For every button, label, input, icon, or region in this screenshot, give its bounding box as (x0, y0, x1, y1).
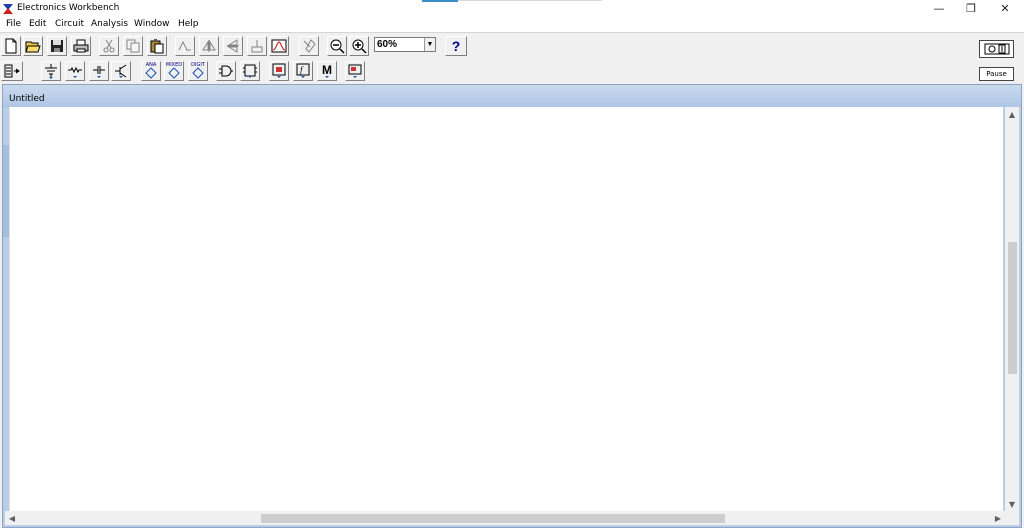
scroll-right-icon[interactable]: ▶ (991, 511, 1005, 525)
circuit-canvas[interactable] (9, 107, 1003, 511)
logic-gate-icon (219, 65, 233, 77)
chevron-down-icon[interactable]: ▼ (424, 38, 435, 51)
power-switch-icon (984, 43, 1009, 55)
digital-bin-button[interactable] (240, 61, 260, 81)
transistor-icon (115, 64, 127, 78)
mixed-ics-label: MIXED (165, 62, 183, 68)
print-button[interactable] (71, 36, 91, 56)
zoom-in-icon (352, 39, 367, 54)
title-accent-bar (422, 0, 458, 2)
scissors-icon (103, 39, 115, 53)
app-logo-icon (2, 3, 14, 15)
pause-button[interactable]: Pause (979, 67, 1014, 81)
app-window: Electronics Workbench — ❐ ✕ File Edit Ci… (0, 0, 1024, 528)
vertical-scrollbar[interactable]: ▲ ▼ (1005, 107, 1019, 511)
menu-bar: File Edit Circuit Analysis Window Help (0, 17, 1024, 33)
menu-edit[interactable]: Edit (29, 19, 46, 29)
instruments-bin-button[interactable] (345, 61, 365, 81)
clipboard-icon (150, 39, 164, 54)
rotate-icon (178, 40, 191, 51)
digital-chip-icon (243, 64, 257, 78)
mixed-ics-bin-button[interactable]: MIXED (164, 61, 184, 81)
floppy-disk-icon (51, 40, 63, 52)
logic-gates-bin-button[interactable] (216, 61, 236, 81)
miscellaneous-label: M (322, 63, 332, 77)
digital-ics-bin-button[interactable]: DIGIT (188, 61, 208, 81)
new-file-icon (5, 38, 17, 54)
menu-help[interactable]: Help (178, 19, 199, 29)
zoom-out-icon (330, 39, 345, 54)
transistors-bin-button[interactable] (111, 61, 131, 81)
menu-window[interactable]: Window (134, 19, 170, 29)
new-button[interactable] (1, 36, 21, 56)
window-title: Electronics Workbench (17, 3, 120, 13)
waveform-icon (271, 39, 287, 53)
vertical-scroll-thumb[interactable] (1008, 242, 1017, 374)
zoom-value: 60% (377, 39, 398, 50)
graphs-button[interactable] (299, 36, 319, 56)
copy-icon (126, 39, 140, 53)
indicators-bin-button[interactable] (269, 61, 289, 81)
document-window: Untitled ▲ ▼ ◀ ▶ (2, 84, 1022, 528)
printer-icon (73, 39, 89, 53)
horizontal-scroll-thumb[interactable] (261, 514, 725, 523)
flip-horizontal-icon (202, 40, 216, 52)
menu-analysis[interactable]: Analysis (91, 19, 128, 29)
scrollbar-corner (1005, 511, 1019, 525)
zoom-select[interactable]: 60% ▼ (374, 37, 436, 52)
document-title-bar: Untitled (3, 85, 1021, 107)
controls-bin-button[interactable]: f (293, 61, 313, 81)
scroll-down-icon[interactable]: ▼ (1005, 497, 1019, 511)
title-accent-line (458, 0, 602, 1)
favorites-bin-button[interactable] (1, 61, 23, 81)
help-button[interactable]: ? (445, 36, 467, 56)
function-icon: f (296, 63, 310, 78)
favorites-bin-icon (4, 64, 20, 78)
scroll-left-icon[interactable]: ◀ (5, 511, 19, 525)
open-folder-icon (25, 41, 41, 53)
capacitor-icon (93, 66, 105, 78)
cut-button[interactable] (99, 36, 119, 56)
zoom-in-button[interactable] (349, 36, 369, 56)
open-button[interactable] (23, 36, 43, 56)
indicator-icon (272, 63, 286, 78)
flip-vertical-icon (227, 39, 239, 53)
component-properties-icon (251, 40, 263, 53)
scroll-up-icon[interactable]: ▲ (1005, 107, 1019, 121)
restore-icon: ❐ (966, 2, 976, 15)
component-properties-button[interactable] (247, 36, 267, 56)
power-switch-button[interactable] (979, 40, 1014, 58)
sources-icon (45, 64, 57, 79)
miscellaneous-bin-button[interactable]: M (317, 61, 337, 81)
minimize-icon: — (933, 2, 945, 15)
sources-bin-button[interactable] (41, 61, 61, 81)
close-icon: ✕ (1000, 2, 1010, 15)
horizontal-scrollbar[interactable]: ◀ ▶ (5, 511, 1005, 525)
digital-ics-label: DIGIT (191, 62, 205, 68)
probe-icon (303, 39, 316, 53)
copy-button[interactable] (123, 36, 143, 56)
analog-ics-label: ANA (145, 62, 157, 68)
analog-ics-bin-button[interactable]: ANA (141, 61, 161, 81)
save-button[interactable] (47, 36, 67, 56)
rotate-button[interactable] (175, 36, 195, 56)
instruments-icon (348, 64, 362, 78)
zoom-out-button[interactable] (327, 36, 347, 56)
flip-vertical-button[interactable] (223, 36, 243, 56)
paste-button[interactable] (147, 36, 167, 56)
minimize-button[interactable]: — (922, 0, 956, 17)
restore-button[interactable]: ❐ (954, 0, 988, 17)
diodes-bin-button[interactable] (89, 61, 109, 81)
document-title: Untitled (9, 94, 45, 104)
close-button[interactable]: ✕ (988, 0, 1022, 17)
resistor-icon (68, 66, 82, 78)
menu-file[interactable]: File (6, 19, 21, 29)
title-bar: Electronics Workbench — ❐ ✕ (0, 0, 1024, 17)
flip-horizontal-button[interactable] (199, 36, 219, 56)
basic-bin-button[interactable] (65, 61, 85, 81)
menu-circuit[interactable]: Circuit (55, 19, 84, 29)
create-subcircuit-button[interactable] (269, 36, 289, 56)
svg-text:f: f (300, 65, 304, 75)
